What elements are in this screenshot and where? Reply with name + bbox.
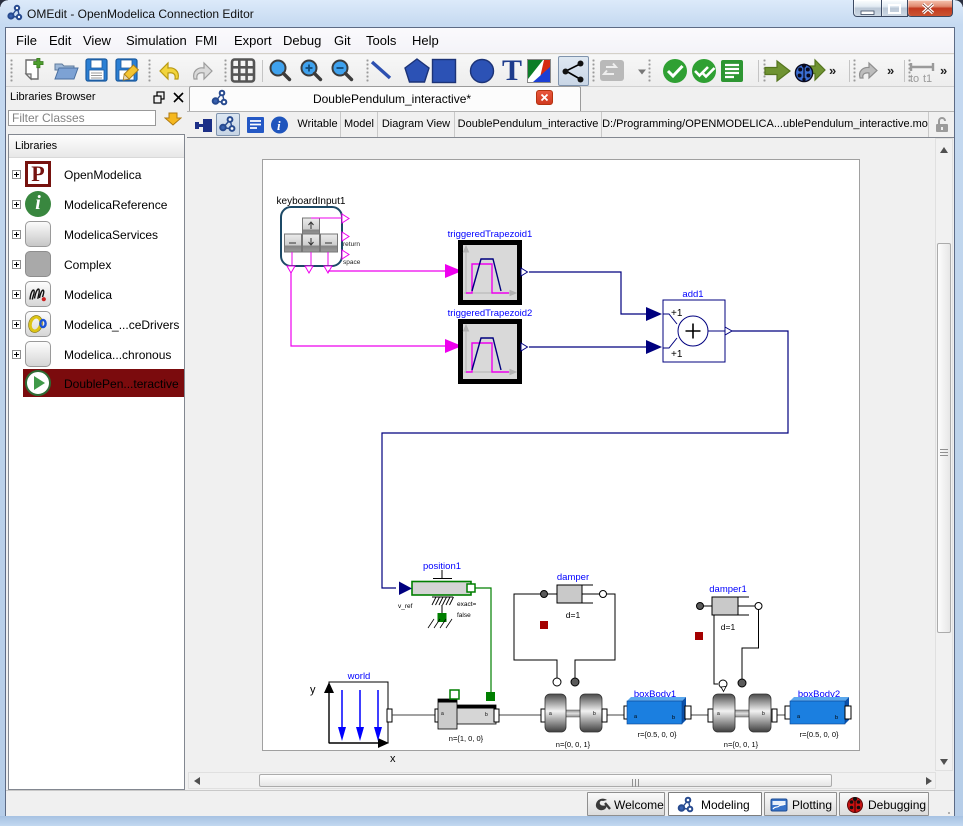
svg-text:return: return [343, 241, 360, 248]
svg-text:space: space [343, 259, 361, 266]
svg-text:b: b [835, 715, 838, 721]
svg-text:world: world [347, 671, 371, 682]
svg-text:b: b [593, 711, 596, 717]
svg-text:d=1: d=1 [566, 610, 581, 620]
svg-text:a: a [717, 711, 720, 717]
svg-text:a: a [549, 711, 552, 717]
svg-text:r={0.5, 0, 0}: r={0.5, 0, 0} [800, 730, 839, 739]
svg-text:d=1: d=1 [721, 622, 736, 632]
svg-text:false: false [457, 612, 471, 619]
svg-text:to: to [910, 73, 919, 85]
svg-text:keyboardInput1: keyboardInput1 [277, 196, 346, 207]
svg-text:t1: t1 [923, 73, 932, 85]
svg-text:damper1: damper1 [709, 584, 747, 595]
svg-text:y: y [310, 684, 316, 696]
svg-text:v_ref: v_ref [398, 603, 413, 610]
svg-text:x: x [390, 753, 396, 765]
svg-text:add1: add1 [682, 289, 703, 300]
svg-text:triggeredTrapezoid2: triggeredTrapezoid2 [448, 308, 533, 319]
svg-text:+1: +1 [671, 308, 683, 319]
svg-text:b: b [762, 711, 765, 717]
svg-text:b: b [485, 712, 488, 718]
svg-text:a: a [441, 711, 444, 717]
svg-text:damper: damper [557, 572, 589, 583]
svg-text:n={0, 0, 1}: n={0, 0, 1} [724, 740, 759, 749]
svg-text:+1: +1 [671, 349, 683, 360]
svg-text:r={0.5, 0, 0}: r={0.5, 0, 0} [638, 730, 677, 739]
svg-text:n={0, 0, 1}: n={0, 0, 1} [556, 740, 591, 749]
svg-text:exact=: exact= [457, 601, 477, 608]
svg-text:b: b [672, 715, 675, 721]
svg-text:n={1, 0, 0}: n={1, 0, 0} [449, 734, 484, 743]
svg-text:triggeredTrapezoid1: triggeredTrapezoid1 [448, 229, 533, 240]
svg-text:i: i [277, 118, 281, 133]
